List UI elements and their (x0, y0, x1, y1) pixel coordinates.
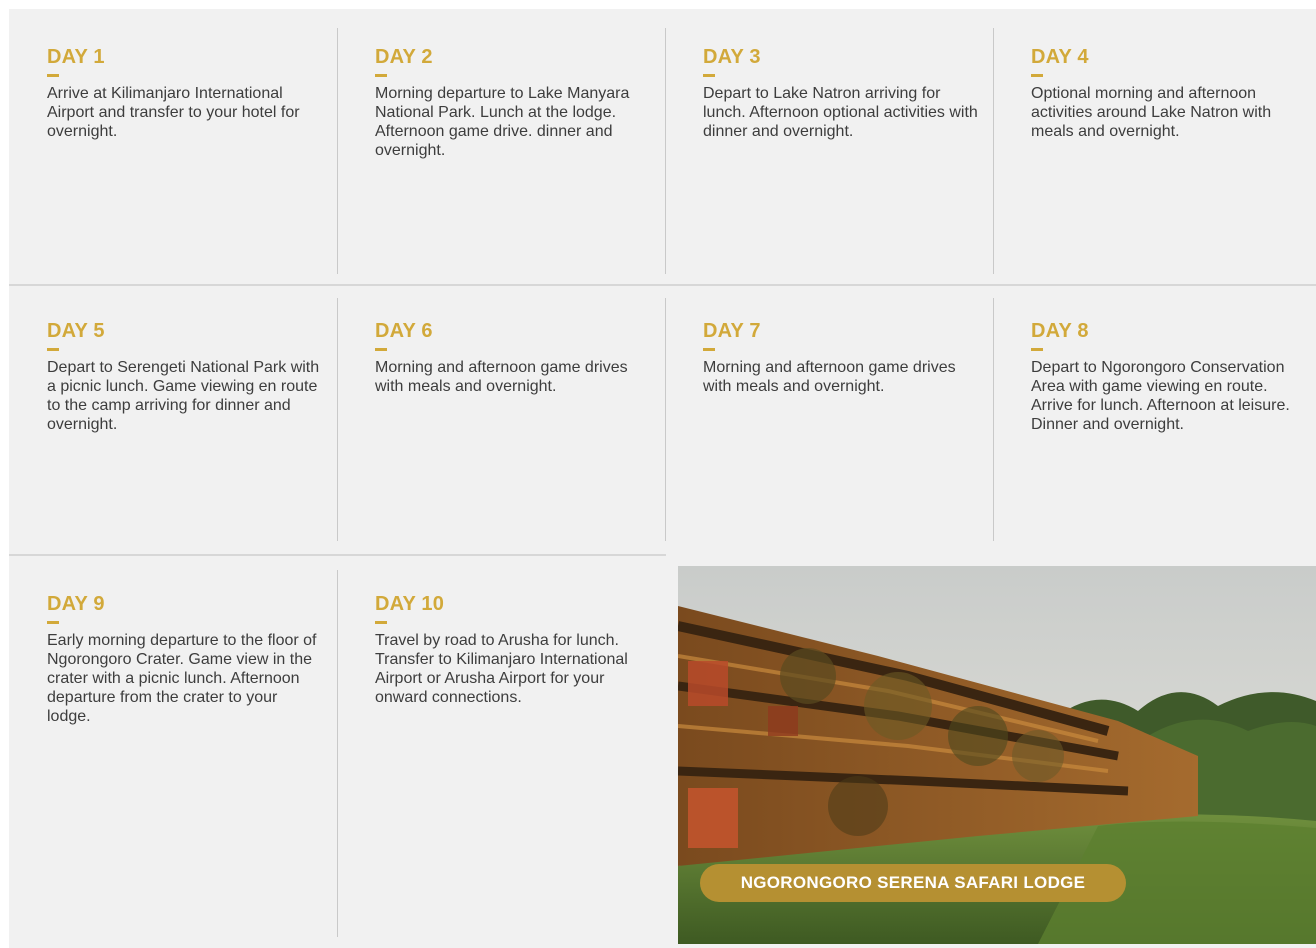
accent-dash (47, 348, 59, 351)
accent-dash (47, 621, 59, 624)
lodge-caption: NGORONGORO SERENA SAFARI LODGE (700, 864, 1126, 902)
day-description: Depart to Lake Natron arriving for lunch… (703, 85, 978, 140)
row-divider (9, 284, 1316, 286)
day-card-6: DAY 6 Morning and afternoon game drives … (375, 320, 650, 396)
accent-dash (703, 74, 715, 77)
day-card-7: DAY 7 Morning and afternoon game drives … (703, 320, 978, 396)
accent-dash (375, 621, 387, 624)
day-description: Early morning departure to the floor of … (47, 632, 317, 725)
column-divider (337, 28, 338, 274)
day-title: DAY 10 (375, 593, 445, 615)
day-card-9: DAY 9 Early morning departure to the flo… (47, 593, 322, 726)
day-title: DAY 4 (1031, 46, 1089, 68)
column-divider (337, 298, 338, 541)
column-divider (665, 298, 666, 541)
day-title: DAY 3 (703, 46, 761, 68)
day-description: Morning and afternoon game drives with m… (375, 359, 628, 395)
column-divider (993, 298, 994, 541)
row-divider (9, 554, 666, 556)
accent-dash (1031, 348, 1043, 351)
day-title: DAY 6 (375, 320, 433, 342)
day-title: DAY 1 (47, 46, 105, 68)
day-description: Morning and afternoon game drives with m… (703, 359, 956, 395)
day-card-5: DAY 5 Depart to Serengeti National Park … (47, 320, 322, 434)
day-title: DAY 8 (1031, 320, 1089, 342)
day-title: DAY 9 (47, 593, 105, 615)
day-title: DAY 2 (375, 46, 433, 68)
day-card-10: DAY 10 Travel by road to Arusha for lunc… (375, 593, 650, 707)
accent-dash (703, 348, 715, 351)
day-description: Optional morning and afternoon activitie… (1031, 85, 1272, 140)
accent-dash (1031, 74, 1043, 77)
day-description: Travel by road to Arusha for lunch. Tran… (375, 632, 628, 706)
day-card-8: DAY 8 Depart to Ngorongoro Conservation … (1031, 320, 1306, 434)
day-description: Depart to Ngorongoro Conservation Area w… (1031, 359, 1290, 433)
accent-dash (375, 74, 387, 77)
day-card-4: DAY 4 Optional morning and afternoon act… (1031, 46, 1306, 141)
day-title: DAY 7 (703, 320, 761, 342)
day-card-3: DAY 3 Depart to Lake Natron arriving for… (703, 46, 978, 141)
day-description: Arrive at Kilimanjaro International Airp… (47, 85, 300, 140)
accent-dash (375, 348, 387, 351)
day-description: Morning departure to Lake Manyara Nation… (375, 85, 630, 159)
accent-dash (47, 74, 59, 77)
day-card-2: DAY 2 Morning departure to Lake Manyara … (375, 46, 650, 160)
day-description: Depart to Serengeti National Park with a… (47, 359, 320, 433)
column-divider (337, 570, 338, 937)
day-card-1: DAY 1 Arrive at Kilimanjaro Internationa… (47, 46, 322, 141)
column-divider (665, 28, 666, 274)
day-title: DAY 5 (47, 320, 105, 342)
column-divider (993, 28, 994, 274)
lodge-photo: NGORONGORO SERENA SAFARI LODGE (678, 566, 1316, 944)
